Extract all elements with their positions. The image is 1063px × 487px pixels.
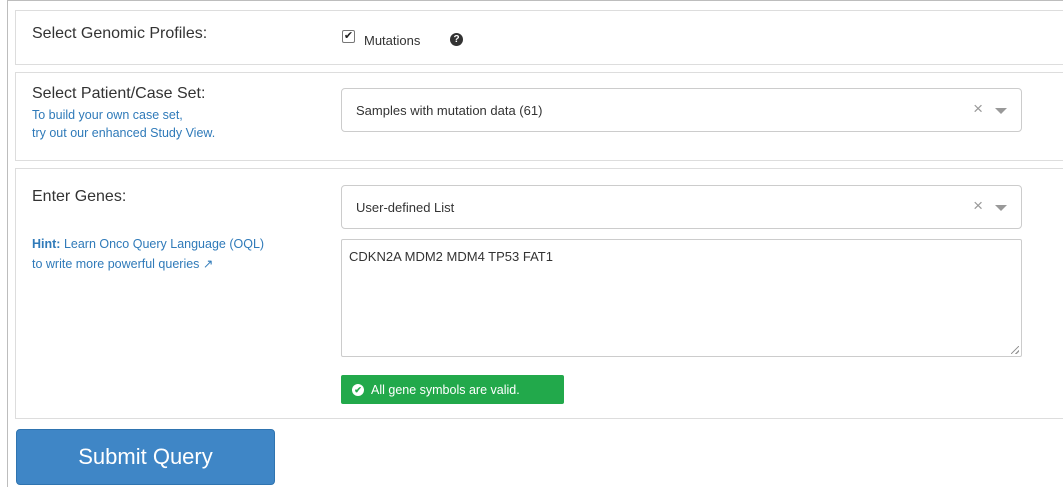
chevron-down-icon[interactable] (995, 205, 1007, 211)
oql-hint-line2[interactable]: to write more powerful queries ↗ (32, 256, 213, 271)
genes-textarea-value: CDKN2A MDM2 MDM4 TP53 FAT1 (349, 249, 553, 264)
submit-query-button[interactable]: Submit Query (16, 429, 275, 485)
validation-message: All gene symbols are valid. (371, 383, 520, 397)
external-link-icon[interactable]: ↗ (203, 257, 213, 271)
gene-validation-badge: ✔ All gene symbols are valid. (341, 375, 564, 404)
chevron-down-icon[interactable] (995, 108, 1007, 114)
case-set-title: Select Patient/Case Set: (32, 85, 206, 102)
case-set-section: Select Patient/Case Set: To build your o… (15, 72, 1063, 161)
resize-handle-icon[interactable] (1011, 346, 1019, 354)
clear-icon[interactable]: × (973, 100, 983, 117)
mutations-checkbox[interactable]: ✔ (342, 30, 355, 43)
question-circle-icon[interactable]: ? (450, 33, 463, 46)
oql-hint-line1[interactable]: Hint: Learn Onco Query Language (OQL) (32, 237, 264, 251)
check-circle-icon: ✔ (352, 384, 364, 396)
genomic-profiles-section: Select Genomic Profiles: ✔ Mutations ? (15, 10, 1063, 65)
enter-genes-section: Enter Genes: Hint: Learn Onco Query Lang… (15, 168, 1063, 419)
study-view-link-line2[interactable]: try out our enhanced Study View. (32, 126, 215, 140)
enter-genes-title: Enter Genes: (32, 188, 127, 205)
gene-list-selected-value: User-defined List (356, 200, 455, 215)
study-view-link-line1[interactable]: To build your own case set, (32, 108, 183, 122)
genes-textarea[interactable]: CDKN2A MDM2 MDM4 TP53 FAT1 (341, 239, 1022, 357)
mutations-label[interactable]: Mutations (364, 33, 420, 48)
gene-list-select[interactable]: User-defined List × (341, 185, 1022, 229)
oql-hint-text[interactable]: Learn Onco Query Language (OQL) (60, 237, 264, 251)
case-set-select[interactable]: Samples with mutation data (61) × (341, 88, 1022, 132)
hint-label: Hint: (32, 237, 61, 251)
oql-hint-text2[interactable]: to write more powerful queries (32, 257, 199, 271)
case-set-selected-value: Samples with mutation data (61) (356, 103, 543, 118)
clear-icon[interactable]: × (973, 197, 983, 214)
genomic-profiles-title: Select Genomic Profiles: (32, 25, 208, 42)
